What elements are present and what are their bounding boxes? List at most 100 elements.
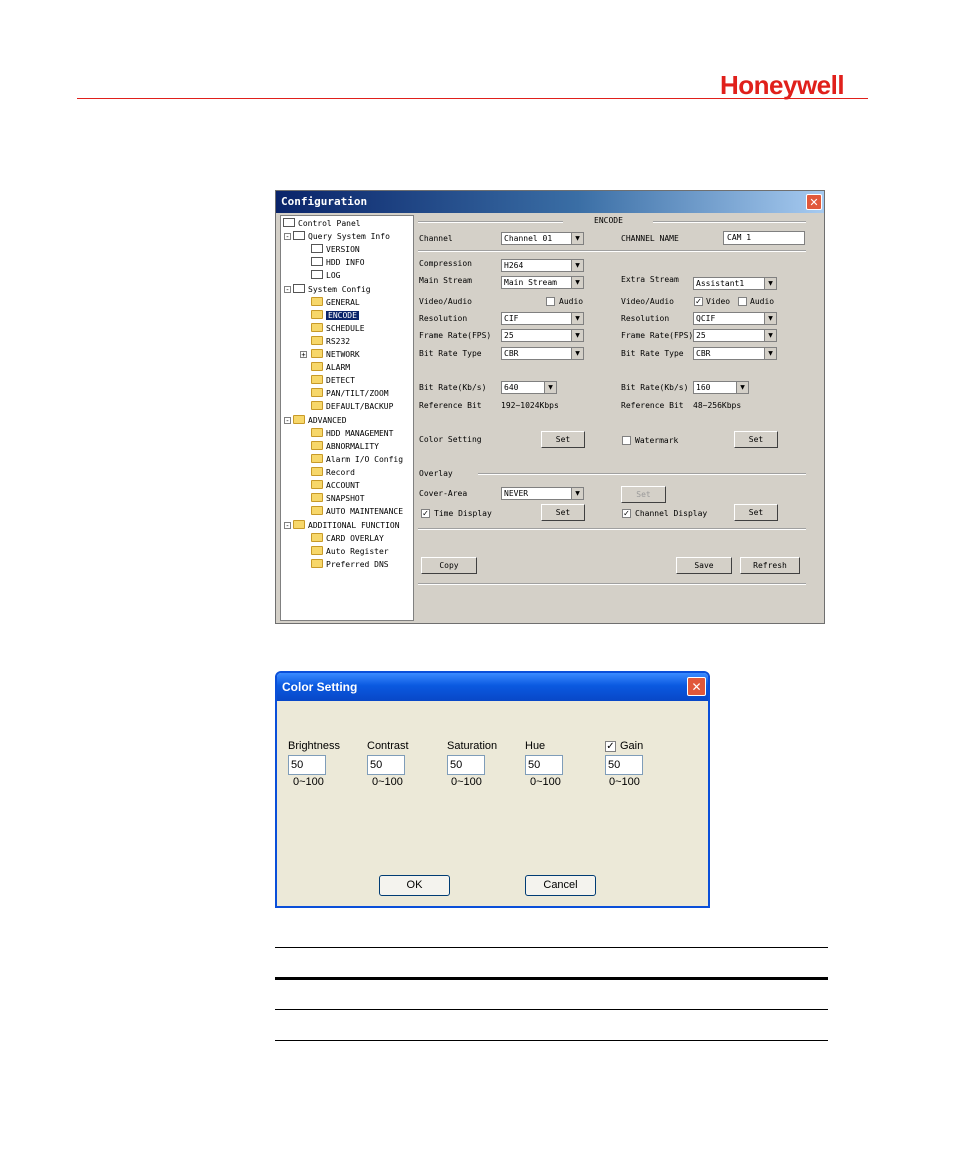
- header-rule: [77, 98, 868, 99]
- channel-label: Channel: [419, 234, 453, 243]
- tree-item-abnormality[interactable]: ABNORMALITY: [311, 441, 379, 453]
- extra-stream-select[interactable]: Assistant1 ▼: [693, 277, 777, 290]
- main-bit-rate-select[interactable]: 640 ▼: [501, 381, 557, 394]
- brightness-label: Brightness: [288, 740, 340, 752]
- chevron-down-icon: ▼: [764, 330, 776, 341]
- tree-item-hdd-info[interactable]: HDD INFO: [311, 257, 365, 269]
- gain-range: 0~100: [609, 776, 640, 788]
- tree-item-rs232[interactable]: RS232: [311, 336, 350, 348]
- folder-icon: [311, 506, 323, 515]
- folder-icon: [311, 480, 323, 489]
- configuration-title-bar[interactable]: Configuration ✕: [276, 191, 824, 213]
- tree-item-record[interactable]: Record: [311, 467, 355, 479]
- folder-icon: [311, 559, 323, 568]
- close-icon[interactable]: ✕: [687, 677, 706, 696]
- extra-stream-label: Extra Stream: [621, 275, 679, 284]
- extra-resolution-select[interactable]: QCIF ▼: [693, 312, 777, 325]
- tree-item-account[interactable]: ACCOUNT: [311, 480, 360, 492]
- tree-item-control-panel[interactable]: Control Panel: [283, 218, 361, 230]
- table-rule: [275, 1040, 828, 1041]
- main-audio-checkbox[interactable]: [546, 297, 555, 306]
- extra-video-checkbox[interactable]: ✓: [694, 297, 703, 306]
- tree-item-snapshot[interactable]: SNAPSHOT: [311, 493, 365, 505]
- tree-item-auto-register[interactable]: Auto Register: [311, 546, 389, 558]
- chevron-down-icon: ▼: [571, 260, 583, 271]
- tree-item-hdd-management[interactable]: HDD MANAGEMENT: [311, 428, 393, 440]
- tree-item-log[interactable]: LOG: [311, 270, 340, 282]
- tree-item-detect[interactable]: DETECT: [311, 375, 355, 387]
- tools-icon: [293, 284, 305, 293]
- folder-icon: [311, 375, 323, 384]
- tree-item-alarm[interactable]: ALARM: [311, 362, 350, 374]
- extra-fps-label: Frame Rate(FPS): [621, 331, 694, 340]
- collapse-icon[interactable]: -: [284, 522, 291, 530]
- ok-button[interactable]: OK: [379, 875, 450, 896]
- watermark-checkbox[interactable]: [622, 436, 631, 445]
- cover-set-button[interactable]: Set: [621, 486, 666, 503]
- tree-item-preferred-dns[interactable]: Preferred DNS: [311, 559, 389, 571]
- folder-icon: [311, 336, 323, 345]
- expand-icon[interactable]: +: [300, 351, 307, 359]
- folder-icon: [311, 533, 323, 542]
- copy-button[interactable]: Copy: [421, 557, 477, 574]
- tree-item-general[interactable]: GENERAL: [311, 297, 360, 309]
- watermark-set-button[interactable]: Set: [734, 431, 778, 448]
- cancel-button[interactable]: Cancel: [525, 875, 596, 896]
- color-setting-title-bar[interactable]: Color Setting ✕: [277, 673, 708, 701]
- save-button[interactable]: Save: [676, 557, 732, 574]
- section-title: ENCODE: [594, 216, 623, 225]
- cover-area-label: Cover-Area: [419, 489, 468, 498]
- window-title: Configuration: [281, 195, 368, 208]
- gain-checkbox[interactable]: ✓: [605, 741, 616, 752]
- tree-item-ptz[interactable]: PAN/TILT/ZOOM: [311, 388, 389, 400]
- tree-item-alarm-io[interactable]: Alarm I/O Config: [311, 454, 403, 466]
- tree-item-system-config[interactable]: System Config: [293, 284, 371, 296]
- extra-bit-rate-type-select[interactable]: CBR ▼: [693, 347, 777, 360]
- overlay-label: Overlay: [419, 469, 453, 478]
- collapse-icon[interactable]: -: [284, 286, 291, 294]
- compression-select[interactable]: H264 ▼: [501, 259, 584, 272]
- tree-item-network[interactable]: NETWORK: [311, 349, 360, 361]
- tree-item-card-overlay[interactable]: CARD OVERLAY: [311, 533, 384, 545]
- contrast-input[interactable]: 50: [367, 755, 405, 775]
- main-resolution-select[interactable]: CIF ▼: [501, 312, 584, 325]
- tree-item-auto-maintenance[interactable]: AUTO MAINTENANCE: [311, 506, 403, 518]
- channel-display-checkbox[interactable]: ✓: [622, 509, 631, 518]
- extra-audio-label: Audio: [750, 297, 775, 306]
- tree-item-default-backup[interactable]: DEFAULT/BACKUP: [311, 401, 393, 413]
- tree-item-encode[interactable]: ENCODE: [311, 310, 359, 322]
- tree-item-query[interactable]: Query System Info: [293, 231, 390, 243]
- close-icon[interactable]: ✕: [806, 194, 822, 210]
- channel-select[interactable]: Channel 01 ▼: [501, 232, 584, 245]
- tree-item-schedule[interactable]: SCHEDULE: [311, 323, 365, 335]
- main-stream-select[interactable]: Main Stream ▼: [501, 276, 584, 289]
- extra-audio-checkbox[interactable]: [738, 297, 747, 306]
- channel-set-button[interactable]: Set: [734, 504, 778, 521]
- tree-item-version[interactable]: VERSION: [311, 244, 360, 256]
- collapse-icon[interactable]: -: [284, 233, 291, 241]
- cover-area-select[interactable]: NEVER ▼: [501, 487, 584, 500]
- reference-bit-label: Reference Bit: [419, 401, 482, 410]
- config-tree: Control Panel - Query System Info VERSIO…: [280, 215, 414, 621]
- time-display-checkbox[interactable]: ✓: [421, 509, 430, 518]
- gain-input[interactable]: 50: [605, 755, 643, 775]
- extra-bit-rate-select[interactable]: 160 ▼: [693, 381, 749, 394]
- extra-fps-select[interactable]: 25 ▼: [693, 329, 777, 342]
- saturation-input[interactable]: 50: [447, 755, 485, 775]
- color-set-button[interactable]: Set: [541, 431, 585, 448]
- folder-icon: [311, 349, 323, 358]
- refresh-button[interactable]: Refresh: [740, 557, 800, 574]
- hue-input[interactable]: 50: [525, 755, 563, 775]
- main-reference-bit-value: 192~1024Kbps: [501, 401, 559, 410]
- main-fps-select[interactable]: 25 ▼: [501, 329, 584, 342]
- brightness-input[interactable]: 50: [288, 755, 326, 775]
- main-bit-rate-type-select[interactable]: CBR ▼: [501, 347, 584, 360]
- gain-label: Gain: [620, 740, 644, 752]
- time-set-button[interactable]: Set: [541, 504, 585, 521]
- tree-item-advanced[interactable]: ADVANCED: [293, 415, 347, 427]
- channel-name-input[interactable]: CAM 1: [723, 231, 805, 245]
- chevron-down-icon: ▼: [571, 330, 583, 341]
- collapse-icon[interactable]: -: [284, 417, 291, 425]
- tree-item-additional[interactable]: ADDITIONAL FUNCTION: [293, 520, 400, 532]
- saturation-range: 0~100: [451, 776, 482, 788]
